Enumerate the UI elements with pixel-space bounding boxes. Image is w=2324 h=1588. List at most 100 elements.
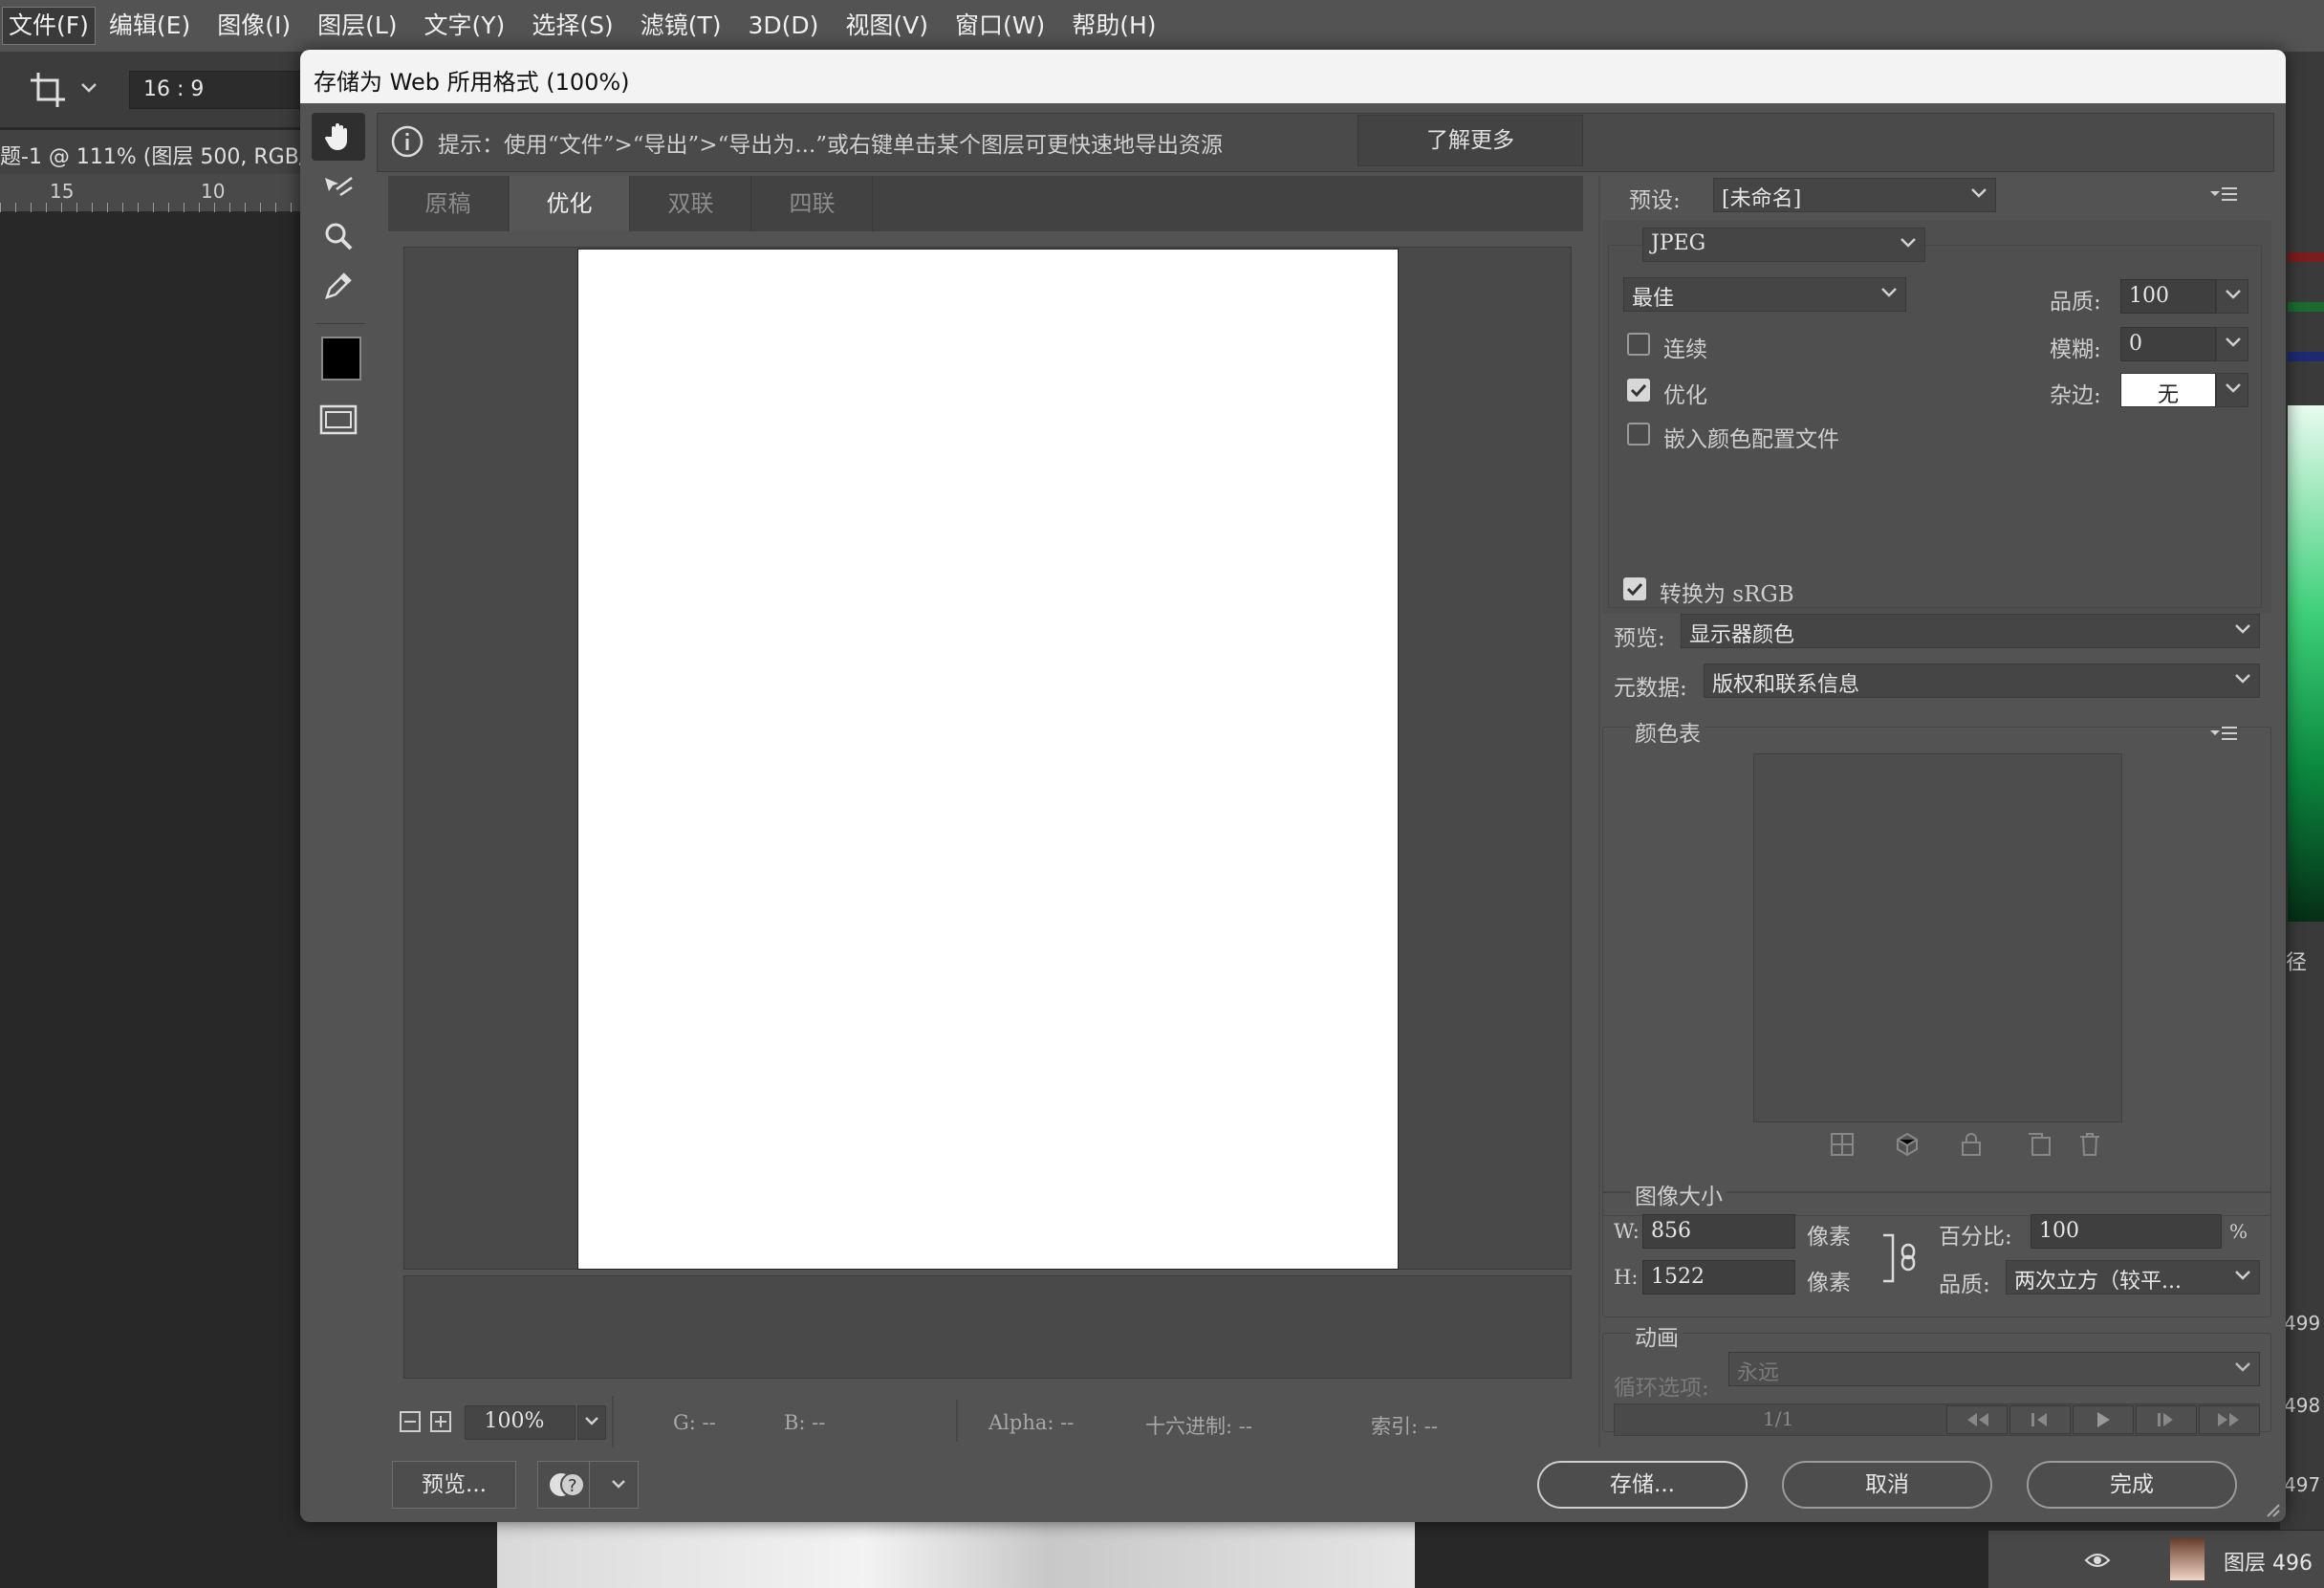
info-icon — [390, 124, 424, 159]
first-frame-icon[interactable] — [1946, 1405, 2008, 1434]
resample-quality-label: 品质: — [1939, 1273, 1990, 1297]
link-icon[interactable] — [1881, 1233, 1920, 1283]
quality-input[interactable]: 100 — [2120, 279, 2216, 314]
height-input[interactable]: 1522 — [1642, 1260, 1795, 1294]
hand-tool[interactable] — [312, 113, 365, 161]
trash-icon[interactable] — [2078, 1132, 2101, 1157]
browser-select[interactable]: ? — [537, 1461, 639, 1509]
quality-label: 品质: — [2050, 290, 2101, 315]
preview-color-select[interactable]: 显示器颜色 — [1681, 614, 2260, 648]
chevron-down-icon — [2225, 336, 2242, 349]
prev-frame-icon[interactable] — [2009, 1405, 2071, 1434]
menu-image[interactable]: 图像(I) — [204, 0, 304, 52]
cancel-button[interactable]: 取消 — [1782, 1461, 1992, 1509]
matte-color[interactable]: 无 — [2120, 373, 2216, 407]
color-table-grid — [1753, 753, 2122, 1122]
crop-icon[interactable] — [29, 71, 67, 109]
zoom-tool[interactable] — [312, 212, 365, 260]
loop-select[interactable]: 永远 — [1728, 1352, 2260, 1386]
last-frame-icon[interactable] — [2199, 1405, 2260, 1434]
metadata-label: 元数据: — [1614, 676, 1687, 701]
status-index: 索引: -- — [1371, 1415, 1438, 1438]
embed-profile-checkbox[interactable] — [1627, 423, 1650, 446]
tab-2up[interactable]: 双联 — [631, 176, 751, 231]
toggle-slices-tool[interactable] — [312, 396, 365, 444]
save-button[interactable]: 存储... — [1537, 1461, 1748, 1509]
play-icon[interactable] — [2073, 1405, 2134, 1434]
layer-name: 图层 496 — [2224, 1552, 2313, 1576]
percent-label: 百分比: — [1939, 1225, 2012, 1250]
layer-thumbnail — [2170, 1538, 2205, 1580]
resize-grip-icon[interactable] — [2264, 1501, 2281, 1518]
blur-input[interactable]: 0 — [2120, 327, 2216, 361]
hand-icon — [323, 121, 354, 152]
optimized-checkbox[interactable] — [1627, 379, 1650, 402]
menu-file[interactable]: 文件(F) — [2, 7, 96, 45]
save-for-web-dialog: 存储为 Web 所用格式 (100%) 提示：使用“文件”>“导出”>“导出为.… — [300, 50, 2286, 1522]
menu-layer[interactable]: 图层(L) — [304, 0, 410, 52]
crop-ratio-field[interactable]: 16 : 9 — [129, 71, 306, 109]
zoom-select[interactable]: 100% — [465, 1405, 576, 1440]
width-input[interactable]: 856 — [1642, 1214, 1795, 1249]
percent-input[interactable]: 100 — [2031, 1214, 2222, 1249]
menu-type[interactable]: 文字(Y) — [411, 0, 519, 52]
slices-visibility-icon — [319, 404, 358, 435]
quality-preset-select[interactable]: 最佳 — [1623, 277, 1906, 312]
web-shift-icon[interactable] — [1830, 1132, 1855, 1157]
slice-select-icon — [323, 174, 354, 199]
learn-more-button[interactable]: 了解更多 — [1357, 115, 1583, 166]
progressive-checkbox[interactable] — [1627, 333, 1650, 356]
panel-menu-icon[interactable] — [2210, 185, 2237, 203]
done-button[interactable]: 完成 — [2027, 1461, 2237, 1509]
menu-window[interactable]: 窗口(W) — [942, 0, 1058, 52]
matte-label: 杂边: — [2050, 383, 2101, 408]
menu-filter[interactable]: 滤镜(T) — [627, 0, 735, 52]
metadata-value: 版权和联系信息 — [1712, 673, 1860, 697]
check-icon — [1630, 383, 1647, 398]
color-field[interactable] — [2288, 405, 2324, 922]
preview-button[interactable]: 预览... — [392, 1461, 516, 1509]
eye-icon[interactable] — [2084, 1552, 2111, 1569]
animation-title: 动画 — [1631, 1319, 1683, 1352]
menu-help[interactable]: 帮助(H) — [1058, 0, 1169, 52]
new-color-icon[interactable] — [2027, 1132, 2052, 1157]
menu-3d[interactable]: 3D(D) — [734, 0, 832, 52]
slice-select-tool[interactable] — [312, 163, 365, 210]
format-value: JPEG — [1651, 231, 1706, 255]
menu-select[interactable]: 选择(S) — [518, 0, 626, 52]
optimized-preview-image[interactable] — [577, 249, 1399, 1270]
preset-select[interactable]: [未命名] — [1713, 178, 1996, 212]
blue-slider — [2288, 352, 2324, 361]
menu-view[interactable]: 视图(V) — [832, 0, 942, 52]
status-hex: 十六进制: -- — [1145, 1415, 1252, 1438]
eyedropper-tool[interactable] — [312, 262, 365, 310]
tab-optimized[interactable]: 优化 — [510, 176, 630, 231]
tool-divider — [315, 323, 365, 324]
blur-slider-button[interactable] — [2216, 327, 2248, 361]
tab-4up[interactable]: 四联 — [752, 176, 873, 231]
zoom-in-button[interactable] — [430, 1411, 451, 1432]
chevron-down-icon[interactable] — [577, 1405, 606, 1440]
chevron-down-icon[interactable] — [80, 82, 98, 94]
metadata-select[interactable]: 版权和联系信息 — [1704, 663, 2260, 698]
layer-row[interactable]: 图层 496 — [1988, 1530, 2324, 1588]
chevron-down-icon — [1900, 236, 1917, 250]
quality-slider-button[interactable] — [2216, 279, 2248, 314]
convert-srgb-checkbox[interactable] — [1623, 577, 1646, 600]
cube-icon[interactable] — [1895, 1132, 1920, 1157]
panel-divider — [1598, 176, 1600, 1447]
menu-edit[interactable]: 编辑(E) — [96, 0, 204, 52]
matte-select-button[interactable] — [2216, 373, 2248, 407]
next-frame-icon[interactable] — [2136, 1405, 2197, 1434]
zoom-out-button[interactable] — [400, 1411, 421, 1432]
tab-original[interactable]: 原稿 — [388, 176, 509, 231]
layer-number: 498 — [2284, 1394, 2321, 1417]
hint-text: 提示：使用“文件”>“导出”>“导出为...”或右键单击某个图层可更快速地导出资… — [438, 133, 1224, 158]
format-select[interactable]: JPEG — [1642, 228, 1925, 262]
zoom-icon — [323, 221, 354, 251]
eyedropper-color-swatch[interactable] — [321, 337, 361, 381]
lock-icon[interactable] — [1960, 1132, 1983, 1157]
resample-quality-select[interactable]: 两次立方（较平... — [2006, 1260, 2260, 1294]
document-tab[interactable]: 题-1 @ 111% (图层 500, RGB/ — [0, 130, 306, 174]
color-table-menu-icon[interactable] — [2210, 725, 2237, 742]
